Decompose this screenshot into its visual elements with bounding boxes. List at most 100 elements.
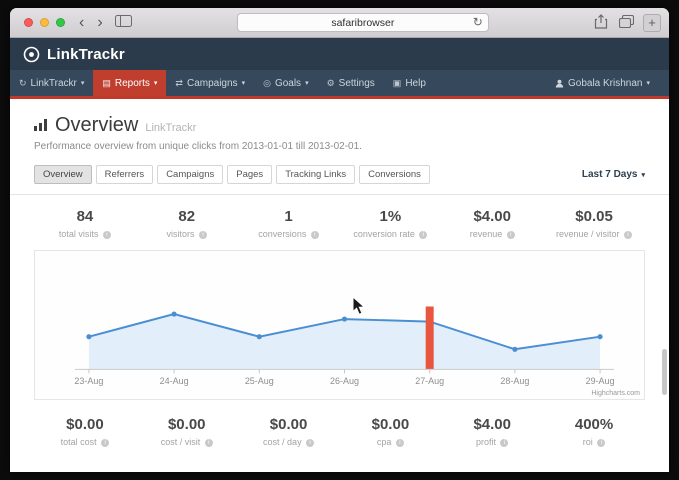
tab-overview-icon[interactable] [617, 15, 636, 31]
bar-chart-icon [34, 119, 47, 131]
stat-revenue-visitor: $0.05revenue / visitor i [543, 208, 645, 239]
date-range-dropdown[interactable]: Last 7 Days ▾ [582, 169, 645, 180]
nav-item-label: Help [405, 78, 426, 89]
back-button[interactable]: ‹ [76, 15, 87, 31]
stat-label: revenue i [441, 229, 543, 239]
brand-name: LinkTrackr [47, 46, 125, 63]
chevron-down-icon: ▾ [81, 79, 85, 87]
chart-marker [597, 334, 602, 339]
x-axis-label: 29-Aug [586, 376, 615, 386]
nav-item-goals[interactable]: ◎ Goals ▾ [254, 70, 318, 96]
stat-profit: $4.00profit i [441, 416, 543, 447]
tab-conversions[interactable]: Conversions [359, 165, 430, 184]
settings-icon: ⚙ [327, 78, 335, 89]
stat-total-cost: $0.00 total cost i [34, 416, 136, 447]
stat-label: total cost i [34, 437, 136, 447]
browser-chrome: ‹ › safaribrowser ↻ + [10, 8, 669, 38]
minimize-window-button[interactable] [40, 18, 49, 27]
stat-label: roi i [543, 437, 645, 447]
info-icon: i [419, 231, 427, 239]
stat-value: $0.00 [34, 416, 136, 433]
info-icon: i [205, 439, 213, 447]
stat-label: revenue / visitor i [543, 229, 645, 239]
zoom-window-button[interactable] [56, 18, 65, 27]
page-content: Overview LinkTrackr Performance overview… [10, 99, 669, 472]
stat-value: 1 [238, 208, 340, 225]
nav-item-settings[interactable]: ⚙Settings [318, 70, 384, 96]
stat-label: cost / visit i [136, 437, 238, 447]
tab-tracking-links[interactable]: Tracking Links [276, 165, 355, 184]
tab-bar: OverviewReferrersCampaignsPagesTracking … [10, 152, 669, 195]
nav-item-linktrackr[interactable]: ↻LinkTrackr▾ [10, 70, 93, 96]
info-icon: i [101, 439, 109, 447]
stat-cost-visit: $0.00 cost / visit i [136, 416, 238, 447]
nav-item-help[interactable]: ▣Help [384, 70, 435, 96]
chart-credit[interactable]: Highcharts.com [591, 390, 640, 397]
stat-value: 82 [136, 208, 238, 225]
stat-visitors: 82 visitors i [136, 208, 238, 239]
x-axis-label: 23-Aug [74, 376, 103, 386]
stat-value: $4.00 [441, 416, 543, 433]
goals-icon: ◎ [263, 78, 271, 89]
new-tab-button[interactable]: + [643, 14, 661, 32]
info-icon: i [624, 231, 632, 239]
info-icon: i [507, 231, 515, 239]
stat-label: conversions i [238, 229, 340, 239]
stat-value: 84 [34, 208, 136, 225]
tab-pages[interactable]: Pages [227, 165, 272, 184]
info-icon: i [306, 439, 314, 447]
main-nav-items: ↻LinkTrackr▾▤Reports▾ ⇄ Campaigns ▾ ◎ Goals ▾ ⚙… [10, 70, 435, 96]
refresh-icon[interactable]: ↻ [473, 15, 483, 29]
info-icon: i [199, 231, 207, 239]
info-icon: i [311, 231, 319, 239]
close-window-button[interactable] [24, 18, 33, 27]
forward-button[interactable]: › [94, 15, 105, 31]
stat-label: visitors i [136, 229, 238, 239]
stat-value: $0.00 [238, 416, 340, 433]
stat-value: 400% [543, 416, 645, 433]
stat-value: $0.00 [136, 416, 238, 433]
page-description: Performance overview from unique clicks … [34, 141, 645, 152]
x-axis-label: 24-Aug [160, 376, 189, 386]
stat-total-visits: 84 total visits i [34, 208, 136, 239]
nav-item-label: Campaigns [187, 78, 238, 89]
sidebar-toggle-icon[interactable] [113, 15, 134, 30]
performance-chart: 23-Aug24-Aug25-Aug26-Aug27-Aug28-Aug29-A… [35, 251, 644, 399]
nav-item-label: Goals [275, 78, 301, 89]
stat-revenue: $4.00revenue i [441, 208, 543, 239]
chevron-down-icon: ▾ [305, 79, 309, 87]
x-axis-label: 27-Aug [415, 376, 444, 386]
scrollbar-thumb[interactable] [662, 349, 667, 395]
share-icon[interactable] [592, 14, 610, 32]
address-bar[interactable]: safaribrowser ↻ [237, 13, 489, 32]
info-icon: i [597, 439, 605, 447]
stat-label: total visits i [34, 229, 136, 239]
page-subtitle: LinkTrackr [145, 122, 196, 134]
tab-referrers[interactable]: Referrers [96, 165, 154, 184]
browser-window: ‹ › safaribrowser ↻ + LinkTrackr ↻LinkTr… [10, 8, 669, 472]
x-axis-label: 28-Aug [500, 376, 529, 386]
page-head: Overview LinkTrackr Performance overview… [10, 99, 669, 152]
tab-campaigns[interactable]: Campaigns [157, 165, 223, 184]
nav-item-reports[interactable]: ▤Reports▾ [93, 70, 166, 96]
tab-bar-tabs: OverviewReferrersCampaignsPagesTracking … [34, 165, 434, 184]
user-menu[interactable]: Gobala Krishnan ▾ [546, 70, 659, 96]
x-axis-label: 26-Aug [330, 376, 359, 386]
app-header: LinkTrackr [10, 38, 669, 70]
chart-panel: 23-Aug24-Aug25-Aug26-Aug27-Aug28-Aug29-A… [34, 250, 645, 400]
info-icon: i [500, 439, 508, 447]
stat-label: cost / day i [238, 437, 340, 447]
address-text: safaribrowser [331, 17, 394, 29]
tab-overview[interactable]: Overview [34, 165, 92, 184]
nav-item-campaigns[interactable]: ⇄Campaigns▾ [166, 70, 254, 96]
stat-cpa: $0.00cpa i [339, 416, 441, 447]
chart-marker [172, 311, 177, 316]
campaigns-icon: ⇄ [175, 78, 183, 89]
user-name: Gobala Krishnan [568, 78, 643, 89]
stats-row-bottom: $0.00total cost i$0.00cost / visit i$0.0… [10, 408, 669, 455]
stat-value: 1% [339, 208, 441, 225]
linktrackr-nav-icon: ↻ [19, 78, 27, 89]
chevron-down-icon: ▾ [154, 79, 158, 87]
date-range-label: Last 7 Days [582, 169, 638, 180]
user-icon [555, 79, 564, 88]
